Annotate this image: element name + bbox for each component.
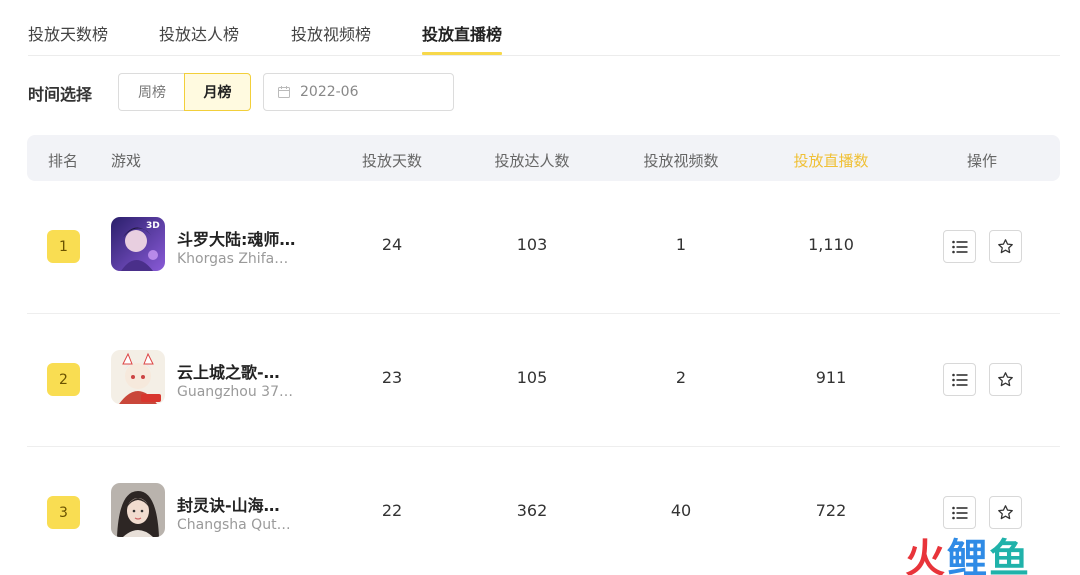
tab-days[interactable]: 投放天数榜 <box>28 21 108 45</box>
table-header: 排名 游戏 投放天数 投放达人数 投放视频数 投放直播数 操作 <box>27 135 1060 181</box>
header-days: 投放天数 <box>361 152 423 170</box>
watermark-char: 鲤 <box>947 536 989 575</box>
list-icon <box>951 240 967 253</box>
lives-value: 722 <box>815 501 847 520</box>
star-icon <box>998 505 1013 520</box>
rank-badge: 2 <box>47 363 80 396</box>
date-picker[interactable]: 2022-06 <box>263 73 454 111</box>
star-icon <box>998 239 1013 254</box>
header-creators: 投放达人数 <box>494 152 570 170</box>
creators-value: 105 <box>516 368 548 387</box>
star-icon <box>998 372 1013 387</box>
videos-value: 1 <box>675 235 687 254</box>
rank-badge: 3 <box>47 496 80 529</box>
game-icon-douluo[interactable]: 3D <box>111 217 165 271</box>
watermark-logo: 火鲤鱼 <box>905 526 1031 575</box>
game-icon-yunshangcheng[interactable] <box>111 350 165 404</box>
game-name[interactable]: 斗罗大陆:魂师… <box>177 226 295 250</box>
header-rank: 排名 <box>48 152 79 170</box>
game-name[interactable]: 封灵诀-山海… <box>177 492 280 516</box>
days-value: 24 <box>381 235 403 254</box>
tab-live[interactable]: 投放直播榜 <box>422 21 503 55</box>
week-toggle[interactable]: 周榜 <box>118 73 185 111</box>
ranking-tabs: 投放天数榜 投放达人榜 投放视频榜 投放直播榜 <box>28 0 1060 56</box>
rank-badge: 1 <box>47 230 80 263</box>
days-value: 22 <box>381 501 403 520</box>
table-row: 2 云上城之歌-… Guangzhou 37… 23 105 2 911 <box>27 314 1060 447</box>
game-company: Khorgas Zhifa… <box>177 251 289 267</box>
lives-value: 911 <box>815 368 847 387</box>
list-icon <box>951 373 967 386</box>
favorite-button[interactable] <box>989 363 1022 396</box>
creators-value: 362 <box>516 501 548 520</box>
game-name[interactable]: 云上城之歌-… <box>177 359 280 383</box>
date-value: 2022-06 <box>300 84 359 100</box>
detail-list-button[interactable] <box>943 363 976 396</box>
header-videos: 投放视频数 <box>643 152 719 170</box>
header-ops: 操作 <box>966 152 998 170</box>
time-filter-label: 时间选择 <box>28 85 93 104</box>
header-lives[interactable]: 投放直播数 <box>793 150 868 171</box>
detail-list-button[interactable] <box>943 496 976 529</box>
list-icon <box>951 506 967 519</box>
videos-value: 40 <box>670 501 692 520</box>
svg-text:3D: 3D <box>146 221 160 231</box>
calendar-icon <box>278 86 290 98</box>
watermark-char: 火 <box>905 536 947 575</box>
lives-value: 1,110 <box>808 235 854 254</box>
game-icon-fenglingjue[interactable] <box>111 483 165 537</box>
favorite-button[interactable] <box>989 496 1022 529</box>
days-value: 23 <box>381 368 403 387</box>
favorite-button[interactable] <box>989 230 1022 263</box>
watermark-char: 鱼 <box>989 536 1031 575</box>
tab-creators[interactable]: 投放达人榜 <box>159 21 239 45</box>
game-company: Changsha Qut… <box>177 517 291 533</box>
header-game: 游戏 <box>111 152 142 170</box>
detail-list-button[interactable] <box>943 230 976 263</box>
tab-videos[interactable]: 投放视频榜 <box>291 21 371 45</box>
creators-value: 103 <box>516 235 548 254</box>
videos-value: 2 <box>675 368 687 387</box>
game-company: Guangzhou 37… <box>177 384 293 400</box>
table-row: 1 3D 斗罗大陆:魂师… Khorgas Zhifa… 24 103 1 1,… <box>27 181 1060 314</box>
month-toggle[interactable]: 月榜 <box>184 73 251 111</box>
